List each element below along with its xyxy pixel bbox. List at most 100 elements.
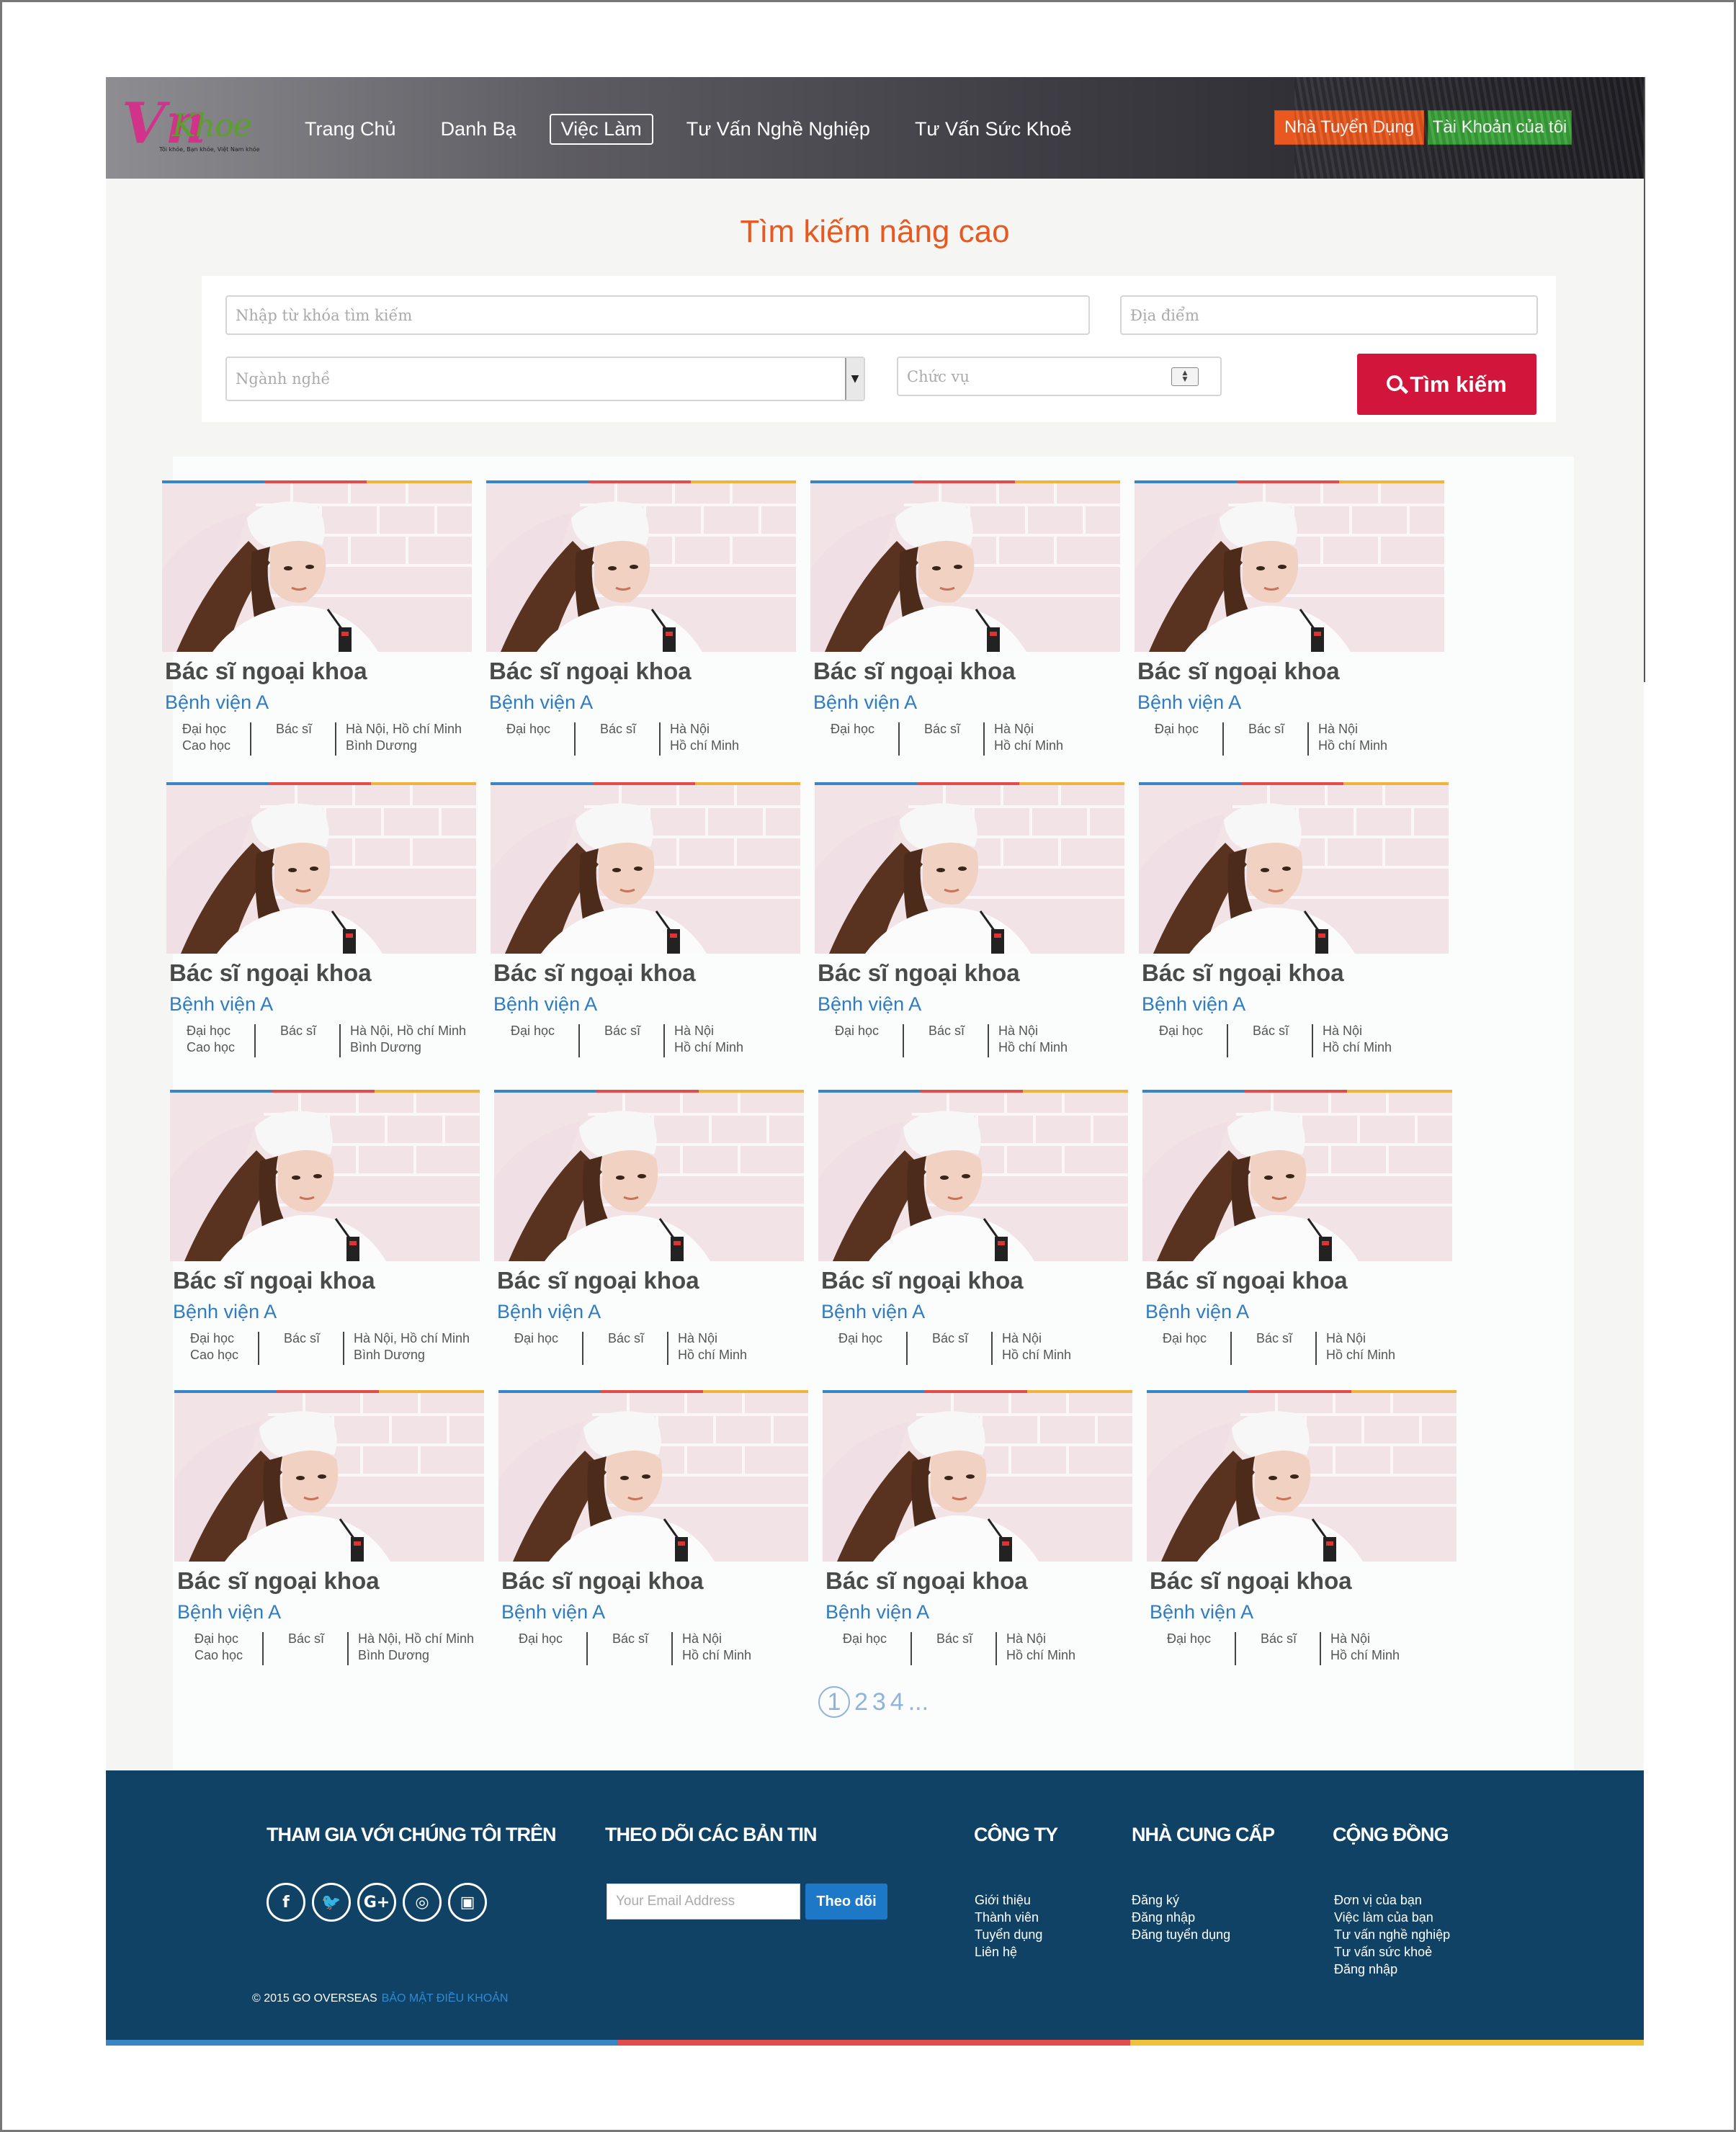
footer-link[interactable]: Đăng tuyển dụng [1132, 1926, 1230, 1943]
page-current[interactable]: 1 [818, 1686, 850, 1718]
job-card[interactable]: Bác sĩ ngoại khoa Bệnh viện A Đại học Bác s… [494, 1090, 804, 1378]
page-link[interactable]: 4 [890, 1688, 904, 1716]
job-card[interactable]: Bác sĩ ngoại khoa Bệnh viện A Đại học Cao h… [170, 1090, 480, 1378]
position-spinner-area[interactable]: ▲ ▼ [1059, 357, 1222, 396]
google-plus-icon[interactable]: G+ [357, 1883, 396, 1922]
footer-link[interactable]: Đăng ký [1132, 1891, 1230, 1909]
my-account-button[interactable]: Tài Khoản của tôi [1428, 110, 1572, 145]
site-logo[interactable]: Vn Khoe Tôi khỏe, Bạn khỏe, Việt Nam khỏ… [122, 93, 273, 158]
job-card[interactable]: Bác sĩ ngoại khoa Bệnh viện A Đại học Cao h… [174, 1390, 484, 1678]
search-button[interactable]: Tìm kiếm [1357, 354, 1536, 415]
job-photo[interactable] [810, 483, 1120, 652]
job-title[interactable]: Bác sĩ ngoại khoa [821, 1267, 1024, 1294]
job-card[interactable]: Bác sĩ ngoại khoa Bệnh viện A Đại học Bác s… [815, 782, 1124, 1070]
job-title[interactable]: Bác sĩ ngoại khoa [826, 1567, 1028, 1595]
job-hospital[interactable]: Bệnh viện A [1150, 1601, 1253, 1623]
job-photo[interactable] [166, 785, 476, 954]
footer-link[interactable]: Đăng nhập [1132, 1909, 1230, 1926]
footer-link[interactable]: Việc làm của bạn [1334, 1909, 1450, 1926]
job-photo[interactable] [1147, 1393, 1457, 1562]
job-hospital[interactable]: Bệnh viện A [173, 1301, 277, 1323]
job-title[interactable]: Bác sĩ ngoại khoa [818, 959, 1020, 987]
job-title[interactable]: Bác sĩ ngoại khoa [165, 658, 367, 685]
footer-link[interactable]: Thành viên [975, 1909, 1042, 1926]
job-photo[interactable] [498, 1393, 808, 1562]
nav-health-advice[interactable]: Tư Vấn Sức Khoẻ [903, 114, 1083, 145]
nav-directory[interactable]: Danh Bạ [429, 114, 528, 145]
job-title[interactable]: Bác sĩ ngoại khoa [493, 959, 696, 987]
facebook-icon[interactable]: f [267, 1883, 305, 1922]
job-card[interactable]: Bác sĩ ngoại khoa Bệnh viện A Đại học Bác s… [1135, 480, 1444, 769]
footer-link[interactable]: Tuyển dụng [975, 1926, 1042, 1943]
page-more[interactable]: ... [908, 1688, 929, 1716]
job-card[interactable]: Bác sĩ ngoại khoa Bệnh viện A Đại học Bác s… [498, 1390, 808, 1678]
job-hospital[interactable]: Bệnh viện A [813, 691, 917, 714]
location-input[interactable]: Địa điểm [1120, 295, 1538, 335]
spinner-icon[interactable]: ▲ ▼ [1171, 367, 1199, 386]
footer-link[interactable]: Đăng nhập [1334, 1961, 1450, 1978]
page-link[interactable]: 2 [854, 1688, 868, 1716]
job-card[interactable]: Bác sĩ ngoại khoa Bệnh viện A Đại học Cao h… [162, 480, 472, 769]
youtube-icon[interactable]: ▣ [448, 1883, 487, 1922]
instagram-icon[interactable]: ◎ [403, 1883, 442, 1922]
job-title[interactable]: Bác sĩ ngoại khoa [489, 658, 692, 685]
job-photo[interactable] [818, 1093, 1128, 1261]
keyword-input[interactable]: Nhập từ khóa tìm kiếm [225, 295, 1090, 335]
job-title[interactable]: Bác sĩ ngoại khoa [173, 1267, 375, 1294]
job-hospital[interactable]: Bệnh viện A [818, 993, 921, 1016]
nav-jobs[interactable]: Việc Làm [549, 113, 653, 145]
job-hospital[interactable]: Bệnh viện A [489, 691, 593, 714]
job-hospital[interactable]: Bệnh viện A [1137, 691, 1241, 714]
job-photo[interactable] [823, 1393, 1132, 1562]
job-card[interactable]: Bác sĩ ngoại khoa Bệnh viện A Đại học Bác s… [486, 480, 796, 769]
job-card[interactable]: Bác sĩ ngoại khoa Bệnh viện A Đại học Bác s… [491, 782, 800, 1070]
job-hospital[interactable]: Bệnh viện A [821, 1301, 925, 1323]
job-title[interactable]: Bác sĩ ngoại khoa [1145, 1267, 1348, 1294]
footer-link[interactable]: Tư vấn nghề nghiệp [1334, 1926, 1450, 1943]
job-photo[interactable] [1142, 1093, 1452, 1261]
job-photo[interactable] [815, 785, 1124, 954]
job-card[interactable]: Bác sĩ ngoại khoa Bệnh viện A Đại học Bác s… [1139, 782, 1449, 1070]
twitter-icon[interactable]: 🐦 [312, 1883, 351, 1922]
job-photo[interactable] [1139, 785, 1449, 954]
subscribe-button[interactable]: Theo dõi [805, 1884, 887, 1920]
job-photo[interactable] [170, 1093, 480, 1261]
job-title[interactable]: Bác sĩ ngoại khoa [813, 658, 1016, 685]
job-hospital[interactable]: Bệnh viện A [169, 993, 273, 1016]
job-photo[interactable] [494, 1093, 804, 1261]
job-photo[interactable] [162, 483, 472, 652]
job-hospital[interactable]: Bệnh viện A [165, 691, 269, 714]
job-photo[interactable] [486, 483, 796, 652]
job-card[interactable]: Bác sĩ ngoại khoa Bệnh viện A Đại học Bác s… [810, 480, 1120, 769]
nav-career-advice[interactable]: Tư Vấn Nghề Nghiệp [675, 114, 882, 145]
job-hospital[interactable]: Bệnh viện A [1142, 993, 1245, 1016]
job-title[interactable]: Bác sĩ ngoại khoa [1137, 658, 1340, 685]
footer-link[interactable]: Đơn vị của bạn [1334, 1891, 1450, 1909]
job-photo[interactable] [174, 1393, 484, 1562]
job-hospital[interactable]: Bệnh viện A [826, 1601, 929, 1623]
newsletter-email-input[interactable]: Your Email Address [607, 1884, 800, 1920]
job-hospital[interactable]: Bệnh viện A [501, 1601, 605, 1623]
job-hospital[interactable]: Bệnh viện A [1145, 1301, 1249, 1323]
page-link[interactable]: 3 [872, 1688, 886, 1716]
chevron-down-icon[interactable]: ▼ [845, 358, 864, 400]
job-card[interactable]: Bác sĩ ngoại khoa Bệnh viện A Đại học Bác s… [1142, 1090, 1452, 1378]
job-title[interactable]: Bác sĩ ngoại khoa [169, 959, 372, 987]
job-photo[interactable] [1135, 483, 1444, 652]
position-input[interactable]: Chức vụ [897, 357, 1059, 396]
job-title[interactable]: Bác sĩ ngoại khoa [1142, 959, 1344, 987]
job-title[interactable]: Bác sĩ ngoại khoa [497, 1267, 699, 1294]
job-card[interactable]: Bác sĩ ngoại khoa Bệnh viện A Đại học Bác s… [1147, 1390, 1457, 1678]
terms-link[interactable]: BẢO MẬT ĐIỀU KHOẢN [382, 1992, 509, 2005]
industry-select[interactable]: Ngành nghề ▼ [225, 357, 865, 401]
job-card[interactable]: Bác sĩ ngoại khoa Bệnh viện A Đại học Cao h… [166, 782, 476, 1070]
nav-home[interactable]: Trang Chủ [293, 114, 408, 145]
job-hospital[interactable]: Bệnh viện A [177, 1601, 281, 1623]
employer-button[interactable]: Nhà Tuyển Dụng [1274, 110, 1424, 145]
job-hospital[interactable]: Bệnh viện A [497, 1301, 601, 1323]
footer-link[interactable]: Giới thiệu [975, 1891, 1042, 1909]
job-title[interactable]: Bác sĩ ngoại khoa [501, 1567, 704, 1595]
footer-link[interactable]: Tư vấn sức khoẻ [1334, 1943, 1450, 1961]
job-title[interactable]: Bác sĩ ngoại khoa [177, 1567, 380, 1595]
footer-link[interactable]: Liên hệ [975, 1943, 1042, 1961]
